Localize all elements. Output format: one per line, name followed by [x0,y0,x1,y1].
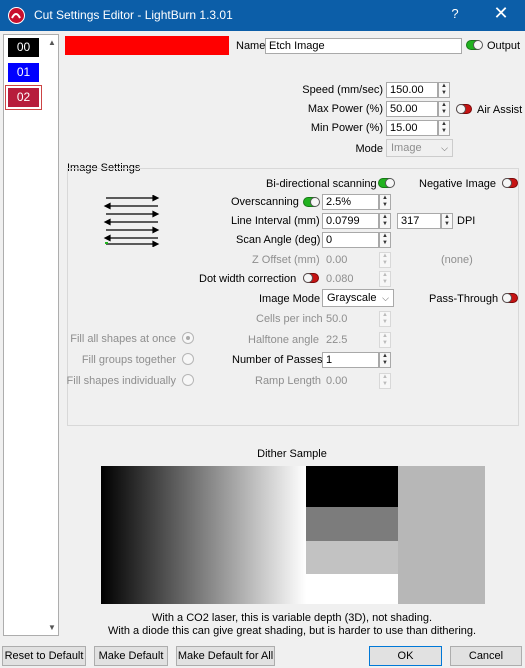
name-input[interactable]: Etch Image [265,38,462,54]
dither-sample-title: Dither Sample [257,448,327,460]
speed-label: Speed (mm/sec) [302,84,383,96]
air-assist-label: Air Assist [477,104,523,116]
dpi-label: DPI [457,215,476,227]
pass-through-label: Pass-Through [429,293,499,305]
make-default-button[interactable]: Make Default [94,646,168,666]
output-label: Output [487,40,521,52]
ramp-length-label: Ramp Length [255,375,322,387]
mode-value: Image [391,142,422,154]
cells-per-inch-spinner[interactable]: ▲ ▼ [379,311,391,327]
dot-width-toggle[interactable] [303,273,319,283]
number-of-passes-label: Number of Passes [232,354,323,366]
line-interval-input[interactable]: 0.0799 [322,213,379,229]
dot-width-spinner[interactable]: ▲ ▼ [379,271,391,287]
cells-per-inch-label: Cells per inch [256,313,323,325]
halftone-angle-spinner[interactable]: ▲ ▼ [379,332,391,348]
overscanning-spinner[interactable]: ▲ ▼ [379,194,391,210]
ramp-length-input[interactable]: 0.00 [322,373,379,389]
dither-note-line2: With a diode this can give great shading… [107,625,477,637]
close-button[interactable]: ✕ [490,3,512,24]
mode-select[interactable]: Image ⌵ [386,139,453,157]
scan-angle-spinner[interactable]: ▲ ▼ [379,232,391,248]
min-power-spinner[interactable]: ▲ ▼ [438,120,450,136]
speed-input[interactable]: 150.00 [386,82,438,98]
dpi-input[interactable]: 317 [397,213,441,229]
layer-color-swatch[interactable] [65,36,229,55]
scan-angle-input[interactable]: 0 [322,232,379,248]
image-mode-value: Grayscale [327,292,377,304]
z-offset-label: Z Offset (mm) [252,254,320,266]
layer-item-01[interactable]: 01 [8,63,39,82]
pass-through-toggle[interactable] [502,293,518,303]
chevron-down-icon: ⌵ [382,293,389,303]
lightburn-logo-icon [8,7,25,24]
max-power-label: Max Power (%) [307,103,383,115]
dither-note-line1: With a CO2 laser, this is variable depth… [151,612,433,624]
overscanning-toggle[interactable] [303,197,320,207]
line-interval-label: Line Interval (mm) [231,215,320,227]
dpi-spinner[interactable]: ▲ ▼ [441,213,453,229]
help-button[interactable]: ? [445,6,465,21]
scan-preview-icon [103,195,160,247]
ramp-length-spinner[interactable]: ▲ ▼ [379,373,391,389]
window-title: Cut Settings Editor - LightBurn 1.3.01 [34,8,233,22]
overscanning-input[interactable]: 2.5% [322,194,379,210]
number-of-passes-spinner[interactable]: ▲ ▼ [379,352,391,368]
fill-groups-together-label: Fill groups together [81,354,176,366]
dot-width-input[interactable]: 0.080 [322,271,379,287]
overscanning-label: Overscanning [231,196,299,208]
line-interval-spinner[interactable]: ▲ ▼ [379,213,391,229]
fill-groups-together-radio[interactable] [182,353,194,365]
fill-all-at-once-label: Fill all shapes at once [70,333,176,345]
image-mode-select[interactable]: Grayscale ⌵ [322,289,394,307]
scroll-up-arrow-icon[interactable]: ▲ [48,38,56,47]
reset-to-default-button[interactable]: Reset to Default [2,646,86,666]
min-power-input[interactable]: 15.00 [386,120,438,136]
fill-all-at-once-radio[interactable] [182,332,194,344]
layer-item-02[interactable]: 02 [5,85,42,110]
fill-shapes-individually-radio[interactable] [182,374,194,386]
chevron-down-icon: ⌵ [441,143,448,153]
layer-item-00[interactable]: 00 [8,38,39,57]
ok-button[interactable]: OK [369,646,442,666]
dither-sample-image [101,466,485,604]
make-default-for-all-button[interactable]: Make Default for All [176,646,275,666]
title-bar: Cut Settings Editor - LightBurn 1.3.01 ?… [0,0,525,31]
output-toggle[interactable] [466,40,483,50]
z-offset-input[interactable]: 0.00 [322,252,379,268]
layer-list[interactable]: 00 01 02 ▲ ▼ [3,34,59,636]
name-label: Name [236,40,266,52]
z-offset-spinner[interactable]: ▲ ▼ [379,252,391,268]
number-of-passes-input[interactable]: 1 [322,352,379,368]
min-power-label: Min Power (%) [310,122,383,134]
dot-width-label: Dot width correction [199,273,297,285]
bidirectional-label: Bi-directional scanning [266,178,377,190]
z-offset-note: (none) [441,254,473,266]
mode-label: Mode [355,143,383,155]
scan-angle-label: Scan Angle (deg) [236,234,321,246]
bidirectional-toggle[interactable] [378,178,395,188]
negative-image-toggle[interactable] [502,178,518,188]
max-power-spinner[interactable]: ▲ ▼ [438,101,450,117]
air-assist-toggle[interactable] [456,104,472,114]
negative-image-label: Negative Image [419,178,497,190]
halftone-angle-label: Halftone angle [248,334,319,346]
speed-spinner[interactable]: ▲ ▼ [438,82,450,98]
cancel-button[interactable]: Cancel [450,646,522,666]
halftone-angle-input[interactable]: 22.5 [322,332,379,348]
image-mode-label: Image Mode [259,293,321,305]
cells-per-inch-input[interactable]: 50.0 [322,311,379,327]
fill-shapes-individually-label: Fill shapes individually [66,375,176,387]
max-power-input[interactable]: 50.00 [386,101,438,117]
